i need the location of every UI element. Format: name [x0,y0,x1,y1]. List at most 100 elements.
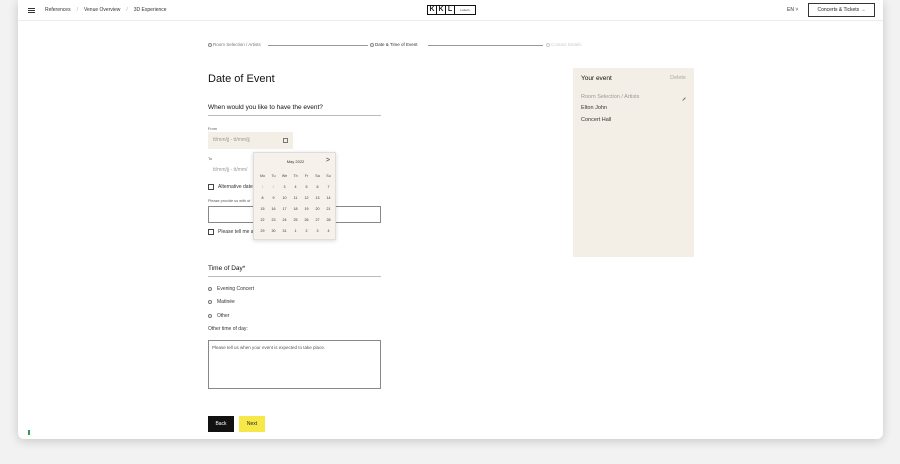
kkl-logo[interactable]: K K L Luzern [427,5,476,15]
step-label: Room Selection / Artists [213,42,261,47]
calendar-day[interactable]: 19 [301,204,312,215]
calendar-day[interactable]: 4 [323,226,334,237]
calendar-day[interactable]: 31 [279,226,290,237]
your-event-panel: Your event Delete Room Selection / Artis… [573,68,694,257]
menu-icon[interactable] [28,8,35,13]
calendar-day[interactable]: 23 [268,215,279,226]
tell-me-option[interactable]: Please tell me a [208,229,254,235]
nav-link-3d-experience[interactable]: 3D Experience [134,7,167,13]
calendar-day: 1 [261,185,264,189]
calendar-day[interactable]: 18 [290,204,301,215]
calendar-day[interactable]: 6 [312,182,323,193]
panel-title: Your event [581,75,612,82]
alternative-date-checkbox[interactable] [208,184,214,190]
feedback-icon[interactable] [28,430,30,435]
calendar-day[interactable]: 25 [290,215,301,226]
from-label: From [208,127,217,131]
step-dot-icon [370,42,374,47]
option-matinee[interactable]: Matinée [208,299,235,305]
calendar-day[interactable]: 29 [257,226,268,237]
calendar-day[interactable]: 21 [323,204,334,215]
next-month-icon[interactable]: > [326,157,330,164]
calendar-day[interactable]: 5 [301,182,312,193]
calendar-day[interactable]: 24 [279,215,290,226]
calendar-day[interactable]: 13 [312,193,323,204]
tell-me-checkbox[interactable] [208,229,214,235]
calendar-day[interactable]: 8 [257,193,268,204]
calendar-day[interactable]: 4 [290,182,301,193]
calendar-day[interactable]: 9 [268,193,279,204]
calendar-day[interactable]: 1 [290,226,301,237]
time-of-day-heading: Time of Day* [208,265,246,272]
logo-letter: K [428,6,437,14]
calendar-day[interactable]: 27 [312,215,323,226]
calendar-day[interactable]: 14 [323,193,334,204]
logo-letter: L [446,6,455,14]
calendar-day[interactable]: 12 [301,193,312,204]
step-dot-icon [208,42,212,47]
nav-link-references[interactable]: References [45,7,71,13]
calendar-day[interactable]: 10 [279,193,290,204]
option-label: Other [217,313,230,319]
from-placeholder: tt/mm/jj - tt/mm/jj [213,137,250,143]
step-dot-icon [546,42,550,47]
calendar-grid: Mo Tu We Th Fr Sa Su 1 2 3 4 5 6 7 8 9 10 11 12 13 14 15 16 17 1… [257,171,334,237]
radio-icon[interactable] [208,287,212,291]
divider [208,115,381,116]
nav-link-venue-overview[interactable]: Venue Overview [84,7,120,13]
calendar-icon[interactable] [283,138,288,143]
option-other[interactable]: Other [208,313,230,319]
site-header: References / Venue Overview / 3D Experie… [18,0,883,21]
back-button[interactable]: Back [208,416,234,432]
logo-letter: K [437,6,446,14]
weekday-label: Fr [304,174,309,178]
alternative-date-option[interactable]: Alternative date [208,184,253,190]
nav-separator: / [76,7,78,13]
other-time-textarea[interactable]: Please tell us when your event is expect… [208,340,381,389]
divider [208,276,381,277]
step-label: Date & Time of Event [375,42,418,47]
step-date-time[interactable]: Date & Time of Event [370,42,418,47]
calendar-day[interactable]: 17 [279,204,290,215]
calendar-day[interactable]: 3 [312,226,323,237]
radio-icon[interactable] [208,314,212,318]
option-label: Evening Concert [217,286,254,292]
delete-button[interactable]: Delete [670,75,686,81]
panel-item-room: Concert Hall [581,117,612,123]
from-date-input[interactable]: tt/mm/jj - tt/mm/jj [208,132,293,149]
textarea-placeholder: Please tell us when your event is expect… [212,345,326,350]
calendar-day[interactable]: 22 [257,215,268,226]
option-label: Matinée [217,299,235,305]
to-label: To [208,157,213,161]
step-connector [268,45,368,46]
weekday-label: Su [326,174,331,178]
calendar-day[interactable]: 16 [268,204,279,215]
step-room-selection[interactable]: Room Selection / Artists [208,42,261,47]
step-connector [428,45,543,46]
option-evening-concert[interactable]: Evening Concert [208,286,254,292]
calendar-day[interactable]: 20 [312,204,323,215]
step-contact-details: Contact Details [546,42,582,47]
nav-separator: / [126,7,128,13]
calendar-day[interactable]: 3 [279,182,290,193]
next-button[interactable]: Next [239,416,265,432]
provide-label: Please provide us with ot [208,199,251,203]
calendar-day[interactable]: 28 [323,215,334,226]
language-selector[interactable]: EN ˅ [787,7,798,13]
question-heading: When would you like to have the event? [208,104,323,111]
calendar-day[interactable]: 2 [301,226,312,237]
panel-item-artist: Elton John [581,105,607,111]
date-picker-popover: May 2022 > Mo Tu We Th Fr Sa Su 1 2 3 4 5 6 7 8 9 10 11 12… [253,152,336,240]
radio-icon[interactable] [208,300,212,304]
step-label: Contact Details [551,42,582,47]
calendar-day[interactable]: 26 [301,215,312,226]
pencil-icon[interactable] [680,95,686,101]
calendar-day[interactable]: 30 [268,226,279,237]
calendar-day[interactable]: 7 [323,182,334,193]
other-time-label: Other time of day: [208,326,248,332]
concerts-tickets-button[interactable]: Concerts & Tickets → [808,3,875,17]
browser-page: References / Venue Overview / 3D Experie… [18,0,883,439]
calendar-day[interactable]: 15 [257,204,268,215]
calendar-day[interactable]: 11 [290,193,301,204]
weekday-label: Sa [315,174,320,178]
